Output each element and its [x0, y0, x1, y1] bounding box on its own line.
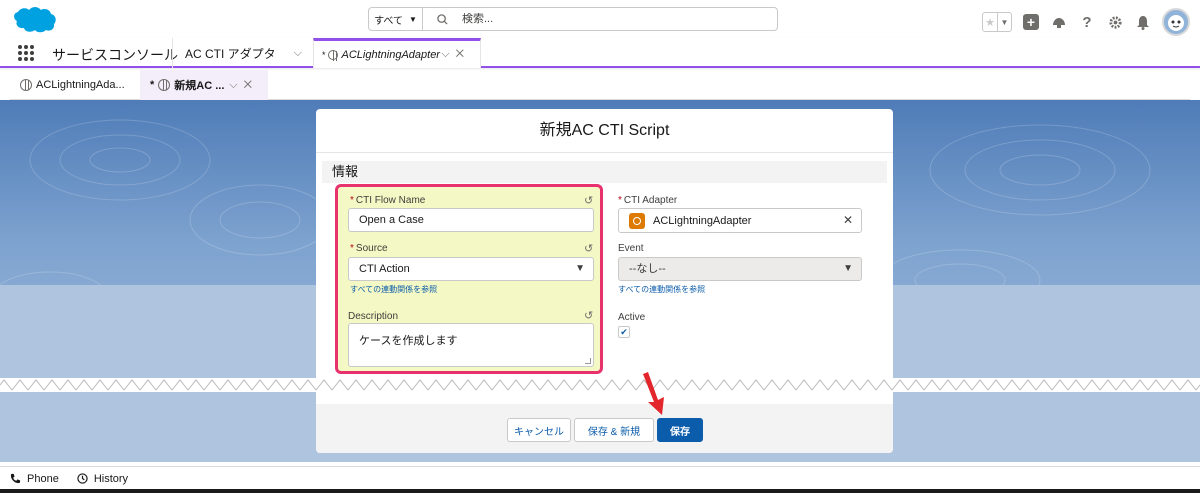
utility-bar: Phone History [0, 466, 1200, 490]
description-label: Description [348, 311, 399, 322]
caret-down-icon: ▼ [575, 263, 585, 274]
global-header: すべて ▼ ★ ▼ + ? [0, 0, 1200, 38]
help-icon[interactable]: ? [1078, 13, 1096, 31]
search-input[interactable] [462, 13, 712, 25]
nav-object-label: AC CTI アダプタ [185, 46, 276, 61]
chevron-down-icon[interactable]: ⌵ [441, 48, 455, 60]
search-scope-dropdown[interactable]: すべて ▼ [369, 8, 423, 30]
flow-name-label: * CTI Flow Name [350, 195, 426, 206]
undo-icon[interactable]: ↺ [584, 242, 593, 255]
star-icon[interactable]: ★ [983, 13, 997, 31]
trailhead-icon[interactable] [1050, 13, 1068, 31]
search-field [423, 8, 777, 30]
flow-name-input[interactable]: Open a Case [348, 208, 594, 232]
clear-icon[interactable]: ✕ [843, 209, 853, 231]
global-actions-button[interactable]: + [1022, 13, 1040, 31]
header-icons: ★ ▼ + ? [982, 8, 1190, 36]
tab-controls: ⌵✕ [441, 48, 470, 61]
avatar[interactable] [1162, 8, 1190, 36]
undo-icon[interactable]: ↺ [584, 194, 593, 207]
modal-title: 新規AC CTI Script [316, 109, 893, 153]
adapter-lookup[interactable]: ACLightningAdapter ✕ [618, 208, 862, 233]
globe-icon [20, 79, 32, 91]
zigzag-divider [0, 378, 1200, 392]
cancel-button[interactable]: キャンセル [507, 418, 571, 442]
close-icon[interactable]: ✕ [244, 79, 258, 91]
required-marker: * [618, 195, 622, 206]
plus-icon: + [1023, 14, 1039, 30]
subtab-label: ACLightningAda... [36, 79, 125, 91]
adapter-value: ACLightningAdapter [653, 214, 752, 227]
event-dependency-link[interactable]: すべての連動関係を参照 [618, 284, 705, 295]
chevron-down-icon[interactable]: ▼ [997, 13, 1011, 31]
global-search: すべて ▼ [368, 7, 778, 31]
favorites-group: ★ ▼ [982, 12, 1012, 32]
navigation-bar: サービスコンソール AC CTI アダプタ ⌵ * ACLightningAda… [0, 38, 1200, 68]
chevron-down-icon[interactable]: ⌵ [294, 47, 302, 60]
save-button[interactable]: 保存 [657, 418, 703, 442]
subtab-new-script[interactable]: * 新規AC ... ⌵✕ [140, 70, 268, 100]
gear-icon[interactable] [1106, 13, 1124, 31]
adapter-icon [629, 212, 645, 229]
bell-icon[interactable] [1134, 13, 1152, 31]
active-checkbox[interactable]: ✔ [618, 326, 630, 338]
utility-phone-label: Phone [27, 472, 59, 485]
required-marker: * [350, 243, 354, 254]
source-value: CTI Action [359, 263, 410, 275]
resize-handle[interactable] [585, 358, 591, 364]
search-scope-label: すべて [374, 15, 403, 27]
subtab-label: 新規AC ... [174, 80, 225, 92]
app-name: サービスコンソール [52, 47, 178, 63]
save-and-new-button[interactable]: 保存 & 新規 [574, 418, 654, 442]
highlight-box: * CTI Flow Name ↺ Open a Case * Source ↺ C… [335, 184, 603, 374]
event-value: --なし-- [629, 263, 666, 275]
subtab-controls: ⌵✕ [229, 79, 258, 92]
app-launcher-icon[interactable] [18, 45, 34, 61]
chevron-down-icon: ▼ [408, 14, 417, 24]
close-icon[interactable]: ✕ [456, 48, 470, 60]
utility-history-label: History [93, 472, 129, 485]
source-select[interactable]: CTI Action ▼ [348, 257, 594, 281]
search-icon [437, 13, 448, 25]
utility-history[interactable]: History [77, 473, 128, 485]
nav-object-tab[interactable]: AC CTI アダプタ ⌵ [172, 38, 312, 68]
utility-phone[interactable]: Phone [10, 473, 59, 485]
source-dependency-link[interactable]: すべての連動関係を参照 [350, 284, 437, 295]
event-label: Event [618, 243, 644, 254]
source-label: * Source [350, 243, 388, 254]
adapter-label: * CTI Adapter [618, 195, 678, 206]
active-label: Active [618, 312, 646, 323]
clock-icon [77, 473, 88, 484]
description-textarea[interactable]: ケースを作成します [348, 323, 594, 367]
new-record-modal: 新規AC CTI Script 情報 * CTI Flow Name ↺ Open… [316, 109, 893, 453]
salesforce-logo[interactable] [11, 6, 57, 33]
globe-icon [327, 49, 338, 61]
required-marker: * [350, 195, 354, 206]
nav-active-tab[interactable]: * ACLightningAdapter ⌵✕ [313, 38, 481, 68]
caret-down-icon: ▼ [843, 263, 853, 274]
phone-icon [10, 473, 21, 484]
unsaved-marker: * [150, 79, 155, 91]
undo-icon[interactable]: ↺ [584, 309, 593, 322]
subtab-bar: ACLightningAda... * 新規AC ... ⌵✕ [10, 70, 1190, 100]
chevron-down-icon[interactable]: ⌵ [229, 79, 243, 91]
event-select[interactable]: --なし-- ▼ [618, 257, 862, 281]
nav-active-tab-label: ACLightningAdapter [341, 48, 440, 61]
section-header[interactable]: 情報 [322, 161, 887, 183]
arrow-annotation [643, 372, 664, 415]
description-value: ケースを作成します [359, 335, 458, 347]
taskbar-strip [0, 489, 1200, 493]
unsaved-marker: * [322, 49, 326, 60]
modal-footer: キャンセル 保存 & 新規 保存 [316, 404, 893, 453]
globe-icon [158, 79, 171, 91]
subtab-adapter[interactable]: ACLightningAda... [10, 70, 140, 100]
